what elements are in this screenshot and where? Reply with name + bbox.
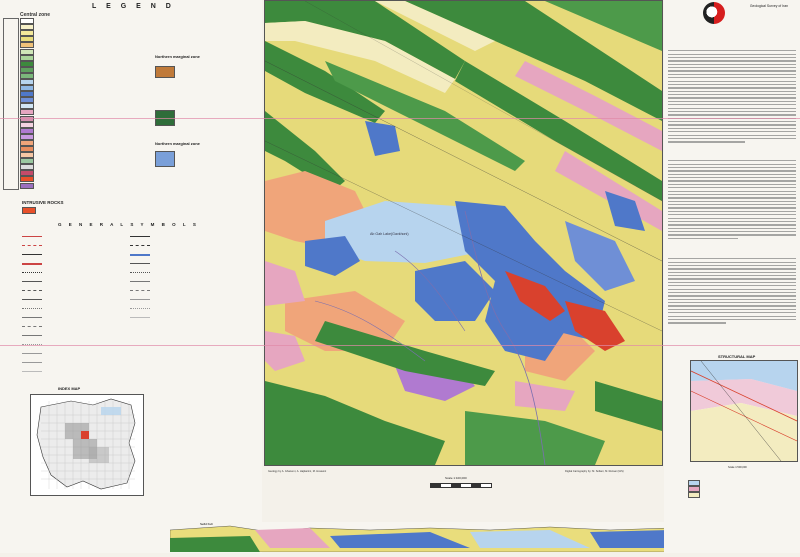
map-svg: Ab Gah Lake(Gavkhoni) <box>265 1 662 465</box>
scale-bar <box>430 483 492 488</box>
survey-logo-icon <box>703 2 725 24</box>
intrusive-rocks-swatch <box>22 207 36 214</box>
legend-row <box>20 182 140 189</box>
explanatory-text-block-3 <box>668 256 796 326</box>
scan-artifact-line <box>0 345 800 346</box>
map-scale-label: Scale 1:100,000 <box>445 476 467 480</box>
cross-section-svg: Sefid Kuh Kuh-e Sorkh <box>169 522 721 553</box>
organization-name: Geological Survey of Iran <box>749 4 788 8</box>
symbol-list-right <box>130 232 150 322</box>
symbol-list-left <box>22 232 42 376</box>
lake-label: Ab Gah Lake(Gavkhoni) <box>370 232 409 236</box>
cross-section: Sefid Kuh Kuh-e Sorkh <box>169 518 721 553</box>
structural-legend <box>688 480 703 498</box>
structural-map-scale: Scale 1:500,000 <box>728 466 747 469</box>
geological-map[interactable]: Ab Gah Lake(Gavkhoni) <box>264 0 663 466</box>
legend-unit-list <box>20 18 140 189</box>
general-symbols-title: G E N E R A L S Y M B O L S <box>58 222 199 227</box>
iran-index-svg <box>36 398 136 490</box>
section-left-label: Sefid Kuh <box>200 522 213 526</box>
northern-marginal-zone-title-2: Northern marginal zone <box>155 141 200 146</box>
map-caption-left: Geology by A. Ghanemi, A. Hajikarimi, M.… <box>268 470 327 473</box>
zone-legend: Northern marginal zone Northern marginal… <box>155 50 255 168</box>
structural-map <box>690 360 798 462</box>
legend-panel: L E G E N D Central zone Northern margin… <box>0 0 262 553</box>
explanatory-text-block-1 <box>668 48 796 145</box>
structural-map-title: STRUCTURAL MAP <box>718 354 756 359</box>
structural-map-svg <box>691 361 797 461</box>
geological-map-sheet: L E G E N D Central zone Northern margin… <box>0 0 800 553</box>
map-caption-right: Digital Cartography by: M. Soltani, M. R… <box>565 470 624 473</box>
scan-artifact-line <box>0 118 800 119</box>
intrusive-rocks-title: INTRUSIVE ROCKS <box>22 200 64 205</box>
legend-title: L E G E N D <box>92 3 175 10</box>
stratigraphic-column <box>3 18 19 190</box>
index-map <box>30 394 144 496</box>
explanatory-text-block-2 <box>668 158 796 241</box>
index-map-title: INDEX MAP <box>58 386 81 391</box>
northern-marginal-zone-title: Northern marginal zone <box>155 54 200 59</box>
